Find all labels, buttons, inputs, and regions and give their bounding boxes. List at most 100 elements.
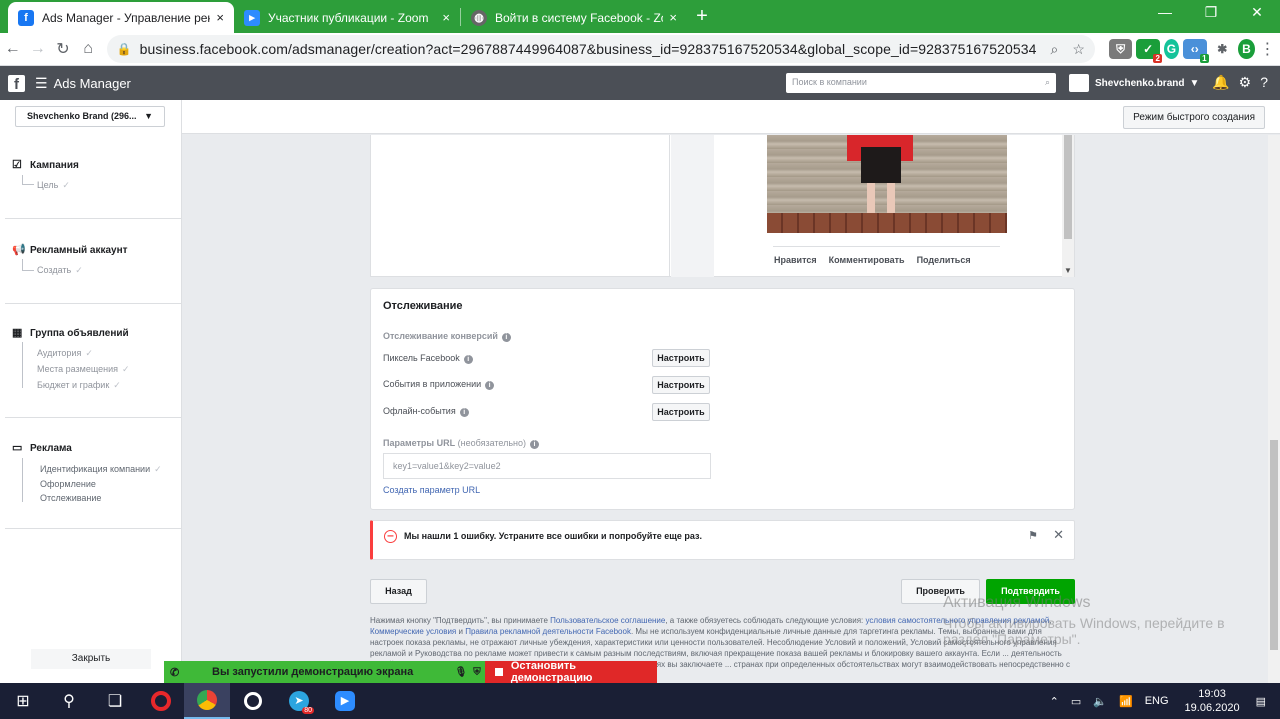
zoom-magnifier-icon[interactable]: ⌕ [1051,41,1059,58]
settings-gear-icon[interactable]: ⚙ [1239,74,1252,91]
quick-create-button[interactable]: Режим быстрого создания [1123,106,1265,129]
info-icon[interactable]: i [501,333,511,342]
opera-icon[interactable] [138,683,184,719]
bookmark-star-icon[interactable]: ☆ [1072,41,1085,58]
profile-avatar[interactable]: B [1238,39,1255,59]
volume-icon[interactable]: 🔈 [1093,695,1107,708]
info-icon[interactable]: i [530,440,540,449]
company-search-input[interactable]: Поиск в компании ⌕ [786,73,1056,93]
close-window-icon[interactable]: ✕ [1234,4,1280,21]
post-actions: Нравится Комментировать Поделиться [774,255,971,265]
hamburger-menu-icon[interactable]: ☰ [35,75,48,92]
sidebar-item-ad-account[interactable]: 📢 Рекламный аккаунт [5,244,181,257]
sidebar-item-campaign[interactable]: ☑ Кампания [5,160,181,172]
sidebar-item-create[interactable]: Создать ✓ [5,265,181,276]
stop-share-button[interactable]: Остановить демонстрацию [485,660,657,684]
scroll-down-arrow-icon[interactable]: ▼ [1064,266,1072,275]
close-icon[interactable]: ✕ [1053,527,1064,543]
megaphone-icon: 📢 [12,244,26,256]
zoom-app-icon[interactable]: ▶ [322,683,368,719]
sidebar-item-format[interactable]: Оформление [5,479,181,489]
telegram-icon[interactable]: ➤ 80 [276,683,322,719]
language-indicator[interactable]: ENG [1145,695,1169,707]
share-action[interactable]: Поделиться [917,255,971,265]
extension-badge-count-2: 1 [1200,54,1209,63]
create-url-param-link[interactable]: Создать параметр URL [383,485,480,495]
zoom-share-status: ✆ Вы запустили демонстрацию экрана 🎙 ⛨ [164,661,485,683]
sidebar-item-ad-set[interactable]: ▦ Группа объявлений [5,328,181,340]
home-icon[interactable]: ⌂ [76,40,101,58]
chrome-icon[interactable] [184,683,230,719]
url-params-input[interactable]: key1=value1&key2=value2 [383,453,711,479]
setup-pixel-button[interactable]: Настроить [652,349,710,367]
forward-arrow-icon[interactable]: → [25,40,50,58]
setup-app-events-button[interactable]: Настроить [652,376,710,394]
help-icon[interactable]: ? [1260,74,1268,91]
mic-icon[interactable]: 🎙 [453,667,469,678]
sidebar-item-objective[interactable]: Цель ✓ [5,180,181,191]
back-arrow-icon[interactable]: ← [0,40,25,58]
sidebar-item-audience[interactable]: Аудитория ✓ [5,348,181,359]
puzzle-extensions-icon[interactable]: ✱ [1211,39,1235,59]
page-scrollbar[interactable] [1268,135,1280,683]
shield-icon: ⛨ [473,666,481,678]
tab-ads-manager[interactable]: f Ads Manager - Управление рекл × [8,2,234,33]
sidebar-item-identity[interactable]: Идентификация компании ✓ [5,464,181,475]
account-switcher[interactable]: Shevchenko.brand ▼ [1069,74,1199,92]
tab-zoom-participant[interactable]: ▸ Участник публикации - Zoom × [234,2,460,33]
commercial-terms-link[interactable]: Коммерческие условия [370,627,456,636]
tab-facebook-login-zoom[interactable]: ◍ Войти в систему Facebook - Zoo × [461,2,687,33]
sidebar-section-campaign: ☑ Кампания Цель ✓ [5,155,181,219]
advertising-policies-link[interactable]: Правила рекламной деятельности Facebook [465,627,631,636]
task-view-icon[interactable]: ❏ [92,683,138,719]
close-tab-icon[interactable]: × [216,10,224,25]
kebab-menu-icon[interactable]: ⋮ [1255,39,1280,59]
wifi-icon[interactable]: 📶 [1119,695,1133,708]
search-icon[interactable]: ⚲ [46,683,92,719]
extension-badge-icon[interactable]: ✓ 2 [1136,39,1162,63]
close-tab-icon[interactable]: × [442,10,450,25]
setup-offline-events-button[interactable]: Настроить [652,403,710,421]
ad-account-selector[interactable]: Shevchenko Brand (296... ▼ [15,106,165,127]
person-figure [839,135,919,233]
code-extension-icon[interactable]: ‹› 1 [1183,39,1209,63]
shield-extension-icon[interactable]: ⛨ [1108,39,1133,59]
maximize-icon[interactable]: ❐ [1188,4,1234,21]
windows-start-icon[interactable]: ⊞ [0,683,46,719]
sidebar-item-ad[interactable]: ▭ Реклама [5,443,181,455]
clock[interactable]: 19:03 19.06.2020 [1185,687,1240,715]
url-text[interactable]: business.facebook.com/adsmanager/creatio… [140,41,1037,57]
address-bar[interactable]: 🔒 business.facebook.com/adsmanager/creat… [106,35,1095,63]
ad-account-label: Shevchenko Brand (296... [27,111,137,121]
like-action[interactable]: Нравится [774,255,817,265]
reload-icon[interactable]: ↻ [50,39,75,59]
preview-scrollbar[interactable]: ▼ [1062,135,1074,277]
close-tab-icon[interactable]: × [669,10,677,25]
feedback-icon[interactable]: ⚑ [1028,529,1038,542]
app-circle-icon[interactable] [230,683,276,719]
user-agreement-link[interactable]: Пользовательское соглашение [550,616,665,625]
back-button[interactable]: Назад [370,579,427,604]
notifications-bell-icon[interactable]: 🔔 [1212,74,1229,91]
section-title: Реклама [30,443,72,454]
comment-action[interactable]: Комментировать [829,255,905,265]
sidebar-item-placements[interactable]: Места размещения ✓ [5,364,181,375]
tray-chevron-up-icon[interactable]: ⌃ [1050,695,1059,708]
info-icon[interactable]: i [485,381,495,390]
page-scrollbar-thumb[interactable] [1270,440,1278,650]
battery-icon[interactable]: ▭ [1071,695,1081,708]
grammarly-icon[interactable]: G [1163,39,1180,59]
info-icon[interactable]: i [463,355,473,364]
scrollbar-thumb[interactable] [1064,135,1072,239]
main-top-strip: Режим быстрого создания [182,100,1280,134]
info-icon[interactable]: i [459,408,469,417]
check-icon: ✓ [62,180,70,190]
minimize-icon[interactable]: — [1142,4,1188,21]
facebook-logo-icon[interactable]: f [8,74,25,93]
close-button[interactable]: Закрыть [31,649,151,669]
lock-icon[interactable]: 🔒 [117,42,132,56]
new-tab-button[interactable]: + [687,5,717,28]
sidebar-item-budget[interactable]: Бюджет и график ✓ [5,380,181,391]
sidebar-item-tracking[interactable]: Отслеживание [5,493,181,503]
notifications-icon[interactable]: ▤ [1256,695,1266,708]
